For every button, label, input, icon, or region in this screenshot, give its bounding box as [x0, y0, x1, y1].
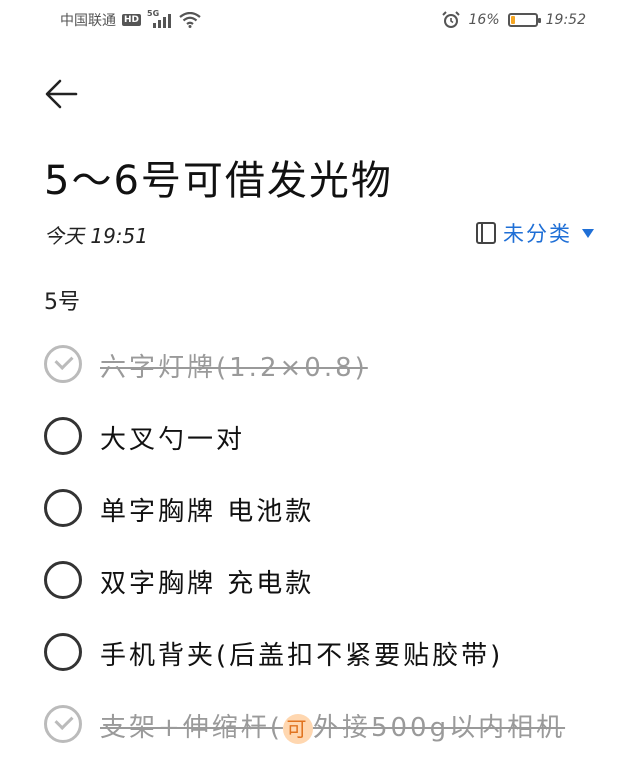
- note-meta-row: 今天 19:51 未分类: [44, 218, 600, 248]
- category-picker[interactable]: 未分类: [475, 218, 594, 248]
- status-bar: 中国联通 HD 5G 16% 19:52: [0, 0, 640, 44]
- checkbox-circle-icon[interactable]: [44, 417, 82, 455]
- checkbox-circle-icon[interactable]: [44, 705, 82, 743]
- checklist-item: 大叉勺一对: [44, 417, 604, 489]
- checklist-item: 支架+伸缩杆(可外接500g以内相机: [44, 705, 604, 777]
- checklist-item: 六字灯牌(1.2×0.8): [44, 345, 604, 417]
- status-right: 16% 19:52: [441, 10, 586, 30]
- checklist-item: 手机背夹(后盖扣不紧要贴胶带): [44, 633, 604, 705]
- checkbox-circle-icon[interactable]: [44, 345, 82, 383]
- item-text-after: 外接500g以内相机: [312, 713, 566, 743]
- emoji-chip: 可: [282, 713, 313, 744]
- checklist-item-text[interactable]: 支架+伸缩杆(可外接500g以内相机: [100, 707, 565, 744]
- battery-fill: [510, 16, 515, 24]
- status-left: 中国联通 HD 5G: [60, 9, 201, 30]
- hd-icon: HD: [122, 14, 142, 26]
- alarm-clock-icon: [441, 11, 460, 28]
- battery-percent: 16%: [468, 12, 500, 28]
- notebook-icon: [476, 222, 496, 244]
- dropdown-triangle-icon: [582, 228, 594, 238]
- checkbox-circle-icon[interactable]: [44, 561, 82, 599]
- checklist-item: 双字胸牌 充电款: [44, 561, 604, 633]
- note-date: 今天 19:51: [44, 224, 148, 248]
- signal-icon: 5G: [147, 9, 173, 28]
- checklist-item-text[interactable]: 六字灯牌(1.2×0.8): [100, 347, 368, 384]
- note-title[interactable]: 5～6号可借发光物: [44, 148, 393, 206]
- checklist-item-text[interactable]: 单字胸牌 电池款: [100, 491, 314, 528]
- checkbox-circle-icon[interactable]: [44, 633, 82, 671]
- checklist-item-text[interactable]: 手机背夹(后盖扣不紧要贴胶带): [100, 635, 503, 672]
- back-arrow-icon[interactable]: [40, 72, 84, 116]
- battery-icon: [507, 13, 541, 27]
- wifi-icon: [179, 12, 201, 28]
- checklist: 六字灯牌(1.2×0.8) 大叉勺一对 单字胸牌 电池款 双字胸牌 充电款 手机…: [44, 345, 604, 777]
- clock: 19:52: [545, 12, 586, 28]
- network-type: 5G: [147, 9, 160, 18]
- checklist-item: 单字胸牌 电池款: [44, 489, 604, 561]
- checklist-item-text[interactable]: 大叉勺一对: [100, 419, 245, 456]
- category-label: 未分类: [503, 222, 572, 246]
- item-text-before: 支架+伸缩杆(: [100, 713, 283, 743]
- checklist-item-text[interactable]: 双字胸牌 充电款: [100, 563, 314, 600]
- carrier-name: 中国联通: [60, 13, 116, 29]
- section-heading[interactable]: 5号: [44, 284, 80, 316]
- checkbox-circle-icon[interactable]: [44, 489, 82, 527]
